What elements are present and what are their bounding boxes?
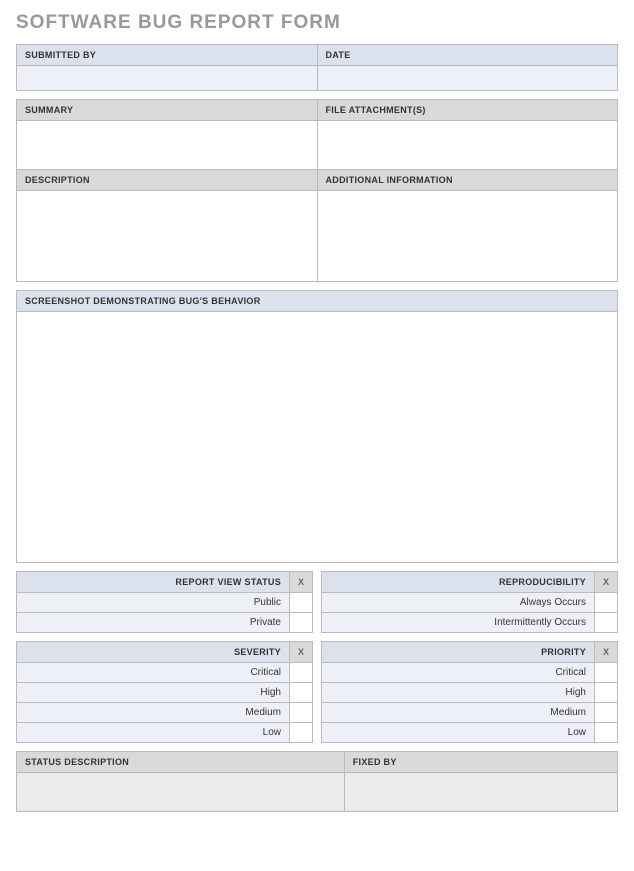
checkbox[interactable]	[290, 723, 312, 742]
checkbox[interactable]	[290, 703, 312, 723]
list-item: Low	[322, 723, 617, 742]
fixed-by-field[interactable]	[345, 773, 617, 811]
list-item: Medium	[17, 703, 312, 723]
submitted-by-label: SUBMITTED BY	[17, 45, 317, 66]
option-label: Critical	[17, 663, 290, 683]
option-label: Low	[322, 723, 595, 742]
checkbox[interactable]	[595, 683, 617, 703]
list-item: Medium	[322, 703, 617, 723]
checkbox[interactable]	[290, 613, 312, 632]
option-label: Critical	[322, 663, 595, 683]
list-item: High	[322, 683, 617, 703]
checkbox[interactable]	[290, 593, 312, 613]
date-field[interactable]	[318, 66, 618, 90]
status-desc-field[interactable]	[17, 773, 344, 811]
option-label: High	[322, 683, 595, 703]
addl-info-field[interactable]	[318, 191, 618, 281]
option-label: Private	[17, 613, 290, 632]
main-block: SUMMARY FILE ATTACHMENT(S) DESCRIPTION A…	[16, 99, 618, 282]
checkbox[interactable]	[595, 613, 617, 632]
page-title: SOFTWARE BUG REPORT FORM	[16, 12, 618, 34]
summary-field[interactable]	[17, 121, 317, 169]
option-label: Medium	[17, 703, 290, 723]
report-view-status-header: REPORT VIEW STATUS	[17, 572, 290, 593]
submitted-by-field[interactable]	[17, 66, 317, 90]
date-label: DATE	[318, 45, 618, 66]
checkbox[interactable]	[595, 703, 617, 723]
checkbox[interactable]	[595, 663, 617, 683]
status-block: STATUS DESCRIPTION FIXED BY	[16, 751, 618, 812]
screenshot-block: SCREENSHOT DEMONSTRATING BUG'S BEHAVIOR	[16, 290, 618, 563]
screenshot-field[interactable]	[17, 312, 617, 562]
file-attach-field[interactable]	[318, 121, 618, 169]
description-field[interactable]	[17, 191, 317, 281]
reproducibility-col: REPRODUCIBILITY X Always Occurs Intermit…	[321, 571, 618, 633]
option-label: Intermittently Occurs	[322, 613, 595, 632]
screenshot-label: SCREENSHOT DEMONSTRATING BUG'S BEHAVIOR	[17, 291, 617, 312]
severity-header: SEVERITY	[17, 642, 290, 663]
list-item: Public	[17, 593, 312, 613]
x-marker-header: X	[290, 572, 312, 593]
report-view-status-col: REPORT VIEW STATUS X Public Private	[16, 571, 313, 633]
reproducibility-header: REPRODUCIBILITY	[322, 572, 595, 593]
list-item: Private	[17, 613, 312, 632]
list-item: Critical	[17, 663, 312, 683]
option-label: Always Occurs	[322, 593, 595, 613]
summary-label: SUMMARY	[17, 100, 317, 121]
list-item: Critical	[322, 663, 617, 683]
x-marker-header: X	[595, 572, 617, 593]
addl-info-label: ADDITIONAL INFORMATION	[318, 170, 618, 191]
severity-col: SEVERITY X Critical High Medium Low	[16, 641, 313, 743]
option-label: Public	[17, 593, 290, 613]
checkbox[interactable]	[290, 683, 312, 703]
status-desc-label: STATUS DESCRIPTION	[17, 752, 344, 773]
fixed-by-label: FIXED BY	[345, 752, 617, 773]
list-item: Always Occurs	[322, 593, 617, 613]
checkbox[interactable]	[595, 593, 617, 613]
option-label: High	[17, 683, 290, 703]
description-label: DESCRIPTION	[17, 170, 317, 191]
option-label: Low	[17, 723, 290, 742]
option-label: Medium	[322, 703, 595, 723]
list-item: High	[17, 683, 312, 703]
priority-col: PRIORITY X Critical High Medium Low	[321, 641, 618, 743]
list-item: Intermittently Occurs	[322, 613, 617, 632]
file-attach-label: FILE ATTACHMENT(S)	[318, 100, 618, 121]
submitted-block: SUBMITTED BY DATE	[16, 44, 618, 91]
list-item: Low	[17, 723, 312, 742]
checkbox[interactable]	[290, 663, 312, 683]
x-marker-header: X	[290, 642, 312, 663]
check-group-2: SEVERITY X Critical High Medium Low PRIO…	[16, 641, 618, 743]
priority-header: PRIORITY	[322, 642, 595, 663]
checkbox[interactable]	[595, 723, 617, 742]
x-marker-header: X	[595, 642, 617, 663]
check-group-1: REPORT VIEW STATUS X Public Private REPR…	[16, 571, 618, 633]
